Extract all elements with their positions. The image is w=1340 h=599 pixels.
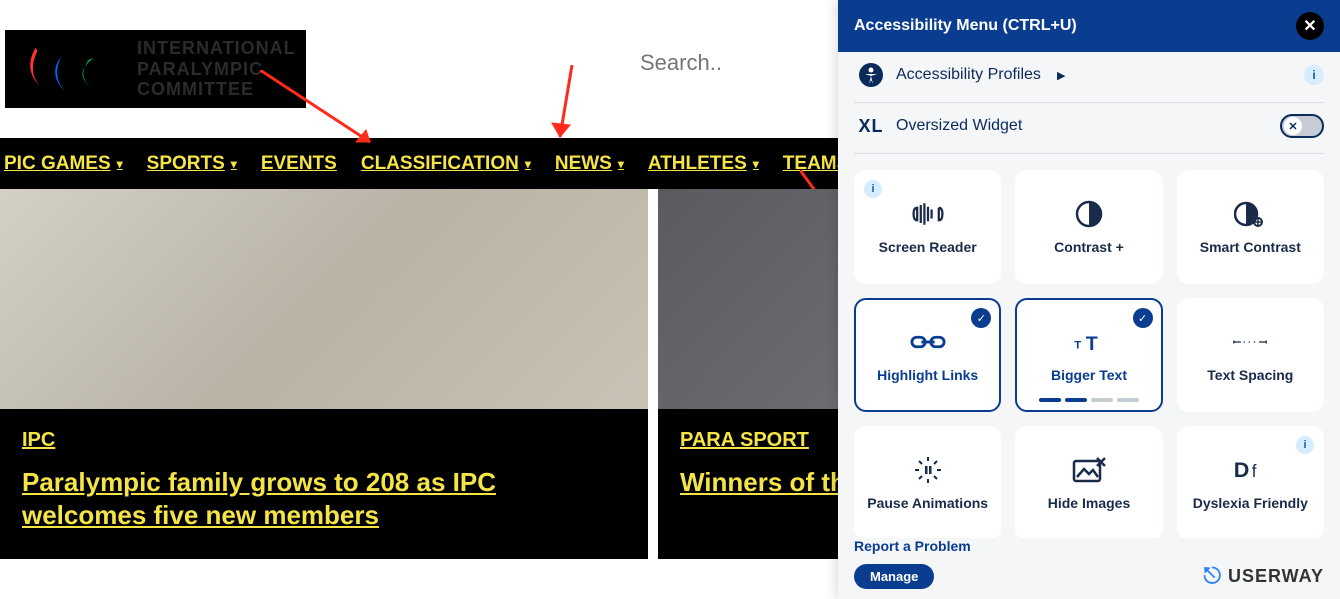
logo-text: INTERNATIONAL PARALYMPIC COMMITTEE: [137, 38, 296, 100]
info-icon[interactable]: i: [1296, 436, 1314, 454]
tile-label: Text Spacing: [1207, 367, 1293, 383]
report-problem-link[interactable]: Report a Problem: [854, 538, 971, 554]
nav-events[interactable]: EVENTS: [261, 153, 337, 175]
accessibility-scroll[interactable]: Accessibility Profiles ▶ i XL Oversized …: [838, 52, 1340, 538]
dyslexia-icon: Df: [1232, 455, 1268, 485]
search-input[interactable]: [640, 50, 780, 76]
chevron-down-icon: ▾: [618, 157, 624, 171]
card-tag[interactable]: PARA SPORT: [680, 429, 809, 452]
svg-text:D: D: [1234, 457, 1250, 482]
tile-bigger-text[interactable]: ✓ TT Bigger Text: [1015, 298, 1162, 412]
logo-text-line2: PARALYMPIC: [137, 59, 296, 80]
manage-button[interactable]: Manage: [854, 564, 934, 589]
chevron-down-icon: ▾: [753, 157, 759, 171]
svg-text:T: T: [1086, 333, 1098, 355]
accessibility-footer: Report a Problem Manage ⎋ USERWAY: [838, 538, 1340, 599]
nav-label: NEWS: [555, 153, 612, 175]
tile-label: Contrast +: [1054, 239, 1124, 255]
oversized-toggle[interactable]: ✕: [1280, 114, 1324, 138]
tile-text-spacing[interactable]: Text Spacing: [1177, 298, 1324, 412]
close-icon: ✕: [1303, 16, 1316, 36]
logo-text-line3: COMMITTEE: [137, 79, 296, 100]
toggle-knob-icon: ✕: [1284, 117, 1302, 135]
check-icon: ✓: [1133, 308, 1153, 328]
bigger-text-icon: TT: [1071, 327, 1107, 357]
nav-pic-games[interactable]: PIC GAMES ▾: [4, 153, 123, 175]
tile-dyslexia-friendly[interactable]: i Df Dyslexia Friendly: [1177, 426, 1324, 538]
oversized-widget-label: Oversized Widget: [896, 117, 1022, 135]
tile-screen-reader[interactable]: i Screen Reader: [854, 170, 1001, 284]
nav-label: ATHLETES: [648, 153, 747, 175]
tile-label: Highlight Links: [877, 367, 978, 383]
accessibility-tiles: i Screen Reader Contrast + Smart Contras…: [854, 154, 1324, 538]
info-icon[interactable]: i: [1304, 65, 1324, 85]
card-title[interactable]: Paralympic family grows to 208 as IPC we…: [22, 466, 626, 531]
smart-contrast-icon: [1232, 199, 1268, 229]
check-icon: ✓: [971, 308, 991, 328]
search-wrap: [640, 50, 780, 76]
nav-news[interactable]: NEWS ▾: [555, 153, 624, 175]
step-indicator: [1039, 398, 1139, 402]
svg-text:T: T: [1074, 340, 1081, 352]
tile-pause-animations[interactable]: Pause Animations: [854, 426, 1001, 538]
text-spacing-icon: [1232, 327, 1268, 357]
tile-label: Pause Animations: [867, 495, 988, 511]
nav-label: EVENTS: [261, 153, 337, 175]
info-icon[interactable]: i: [864, 180, 882, 198]
highlight-links-icon: [910, 327, 946, 357]
accessibility-panel: Accessibility Menu (CTRL+U) ✕ Accessibil…: [838, 0, 1340, 599]
accessibility-profiles-label: Accessibility Profiles: [896, 66, 1041, 84]
accessibility-profiles-row[interactable]: Accessibility Profiles ▶ i: [854, 52, 1324, 103]
tile-label: Screen Reader: [879, 239, 977, 255]
nav-label: SPORTS: [147, 153, 225, 175]
agitos-icon: [15, 39, 125, 99]
tile-contrast[interactable]: Contrast +: [1015, 170, 1162, 284]
tile-smart-contrast[interactable]: Smart Contrast: [1177, 170, 1324, 284]
chevron-right-icon: ▶: [1057, 69, 1065, 82]
chevron-down-icon: ▾: [525, 157, 531, 171]
nav-sports[interactable]: SPORTS ▾: [147, 153, 237, 175]
accessibility-profiles-icon: [858, 62, 884, 88]
hide-images-icon: [1071, 455, 1107, 485]
chevron-down-icon: ▾: [231, 157, 237, 171]
close-button[interactable]: ✕: [1296, 12, 1324, 40]
userway-brand[interactable]: ⎋ USERWAY: [1204, 563, 1324, 589]
card-image: [0, 189, 648, 409]
nav-label: CLASSIFICATION: [361, 153, 519, 175]
accessibility-title: Accessibility Menu (CTRL+U): [854, 17, 1077, 35]
nav-label: PIC GAMES: [4, 153, 111, 175]
news-card-1[interactable]: IPC Paralympic family grows to 208 as IP…: [0, 189, 648, 559]
oversized-widget-row[interactable]: XL Oversized Widget ✕: [854, 103, 1324, 154]
nav-classification[interactable]: CLASSIFICATION ▾: [361, 153, 531, 175]
tile-label: Smart Contrast: [1200, 239, 1301, 255]
userway-logo-icon: ⎋: [1204, 563, 1222, 589]
card-tag[interactable]: IPC: [22, 429, 55, 452]
accessibility-header: Accessibility Menu (CTRL+U) ✕: [838, 0, 1340, 52]
tile-hide-images[interactable]: Hide Images: [1015, 426, 1162, 538]
logo-text-line1: INTERNATIONAL: [137, 38, 296, 59]
xl-icon: XL: [858, 113, 884, 139]
chevron-down-icon: ▾: [117, 157, 123, 171]
tile-label: Bigger Text: [1051, 367, 1127, 383]
site-logo[interactable]: INTERNATIONAL PARALYMPIC COMMITTEE: [5, 30, 306, 108]
tile-highlight-links[interactable]: ✓ Highlight Links: [854, 298, 1001, 412]
contrast-icon: [1071, 199, 1107, 229]
card-body: IPC Paralympic family grows to 208 as IP…: [0, 409, 648, 559]
nav-athletes[interactable]: ATHLETES ▾: [648, 153, 759, 175]
screen-reader-icon: [910, 199, 946, 229]
tile-label: Dyslexia Friendly: [1193, 495, 1308, 511]
userway-brand-text: USERWAY: [1228, 566, 1324, 587]
svg-text:f: f: [1252, 462, 1257, 481]
pause-animations-icon: [910, 455, 946, 485]
tile-label: Hide Images: [1048, 495, 1130, 511]
